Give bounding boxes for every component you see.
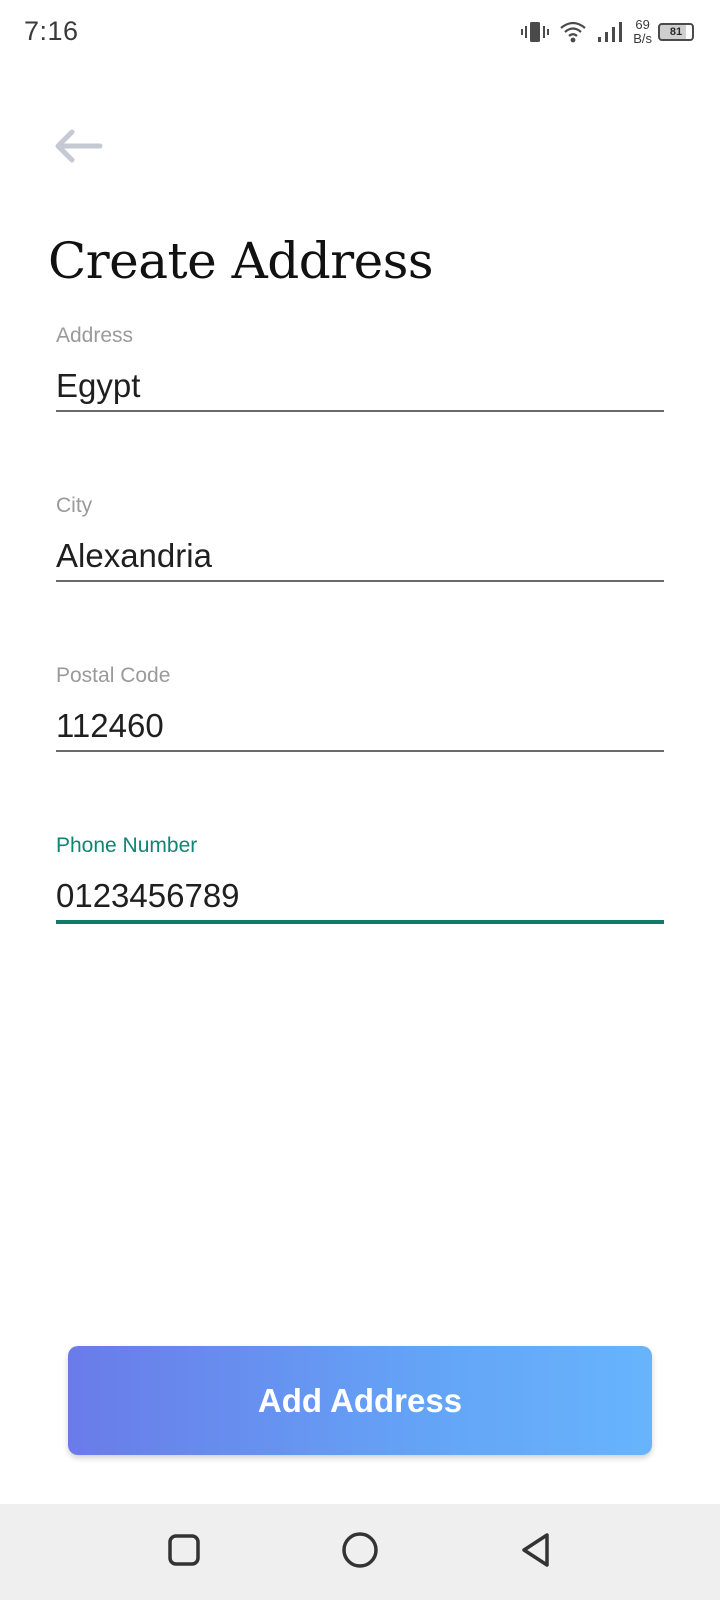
net-speed-value: 69 (635, 17, 650, 32)
battery-icon: 81 (658, 23, 694, 41)
postal-code-label: Postal Code (56, 664, 171, 687)
net-speed: 69 B/s (633, 18, 652, 46)
phone-number-field: Phone Number (56, 832, 664, 924)
status-time: 7:16 (24, 16, 79, 46)
recents-button[interactable] (160, 1528, 208, 1576)
page-title: Create Address (48, 232, 434, 290)
city-input[interactable] (56, 532, 664, 582)
city-field: City (56, 492, 664, 582)
signal-icon (597, 20, 623, 44)
city-label: City (56, 494, 93, 517)
nav-bar (0, 1504, 720, 1600)
wifi-icon (559, 20, 587, 44)
vibrate-icon (521, 20, 550, 44)
address-field: Address (56, 322, 664, 412)
net-speed-unit: B/s (633, 31, 652, 46)
postal-code-input[interactable] (56, 702, 664, 752)
home-circle-icon (341, 1531, 379, 1574)
back-triangle-icon (518, 1531, 554, 1574)
battery-level: 81 (658, 23, 694, 41)
postal-code-field: Postal Code (56, 662, 664, 752)
phone-number-input[interactable] (56, 872, 664, 924)
phone-number-label: Phone Number (56, 834, 198, 857)
address-label: Address (56, 324, 134, 347)
address-input[interactable] (56, 362, 664, 412)
status-bar: 7:16 69 B/s 81 (0, 0, 720, 68)
back-button[interactable] (50, 124, 110, 168)
recents-square-icon (167, 1533, 201, 1572)
nav-back-button[interactable] (512, 1528, 560, 1576)
status-icons: 69 B/s 81 (521, 14, 694, 50)
home-button[interactable] (336, 1528, 384, 1576)
add-address-button[interactable]: Add Address (68, 1346, 652, 1455)
arrow-left-icon (50, 129, 110, 172)
